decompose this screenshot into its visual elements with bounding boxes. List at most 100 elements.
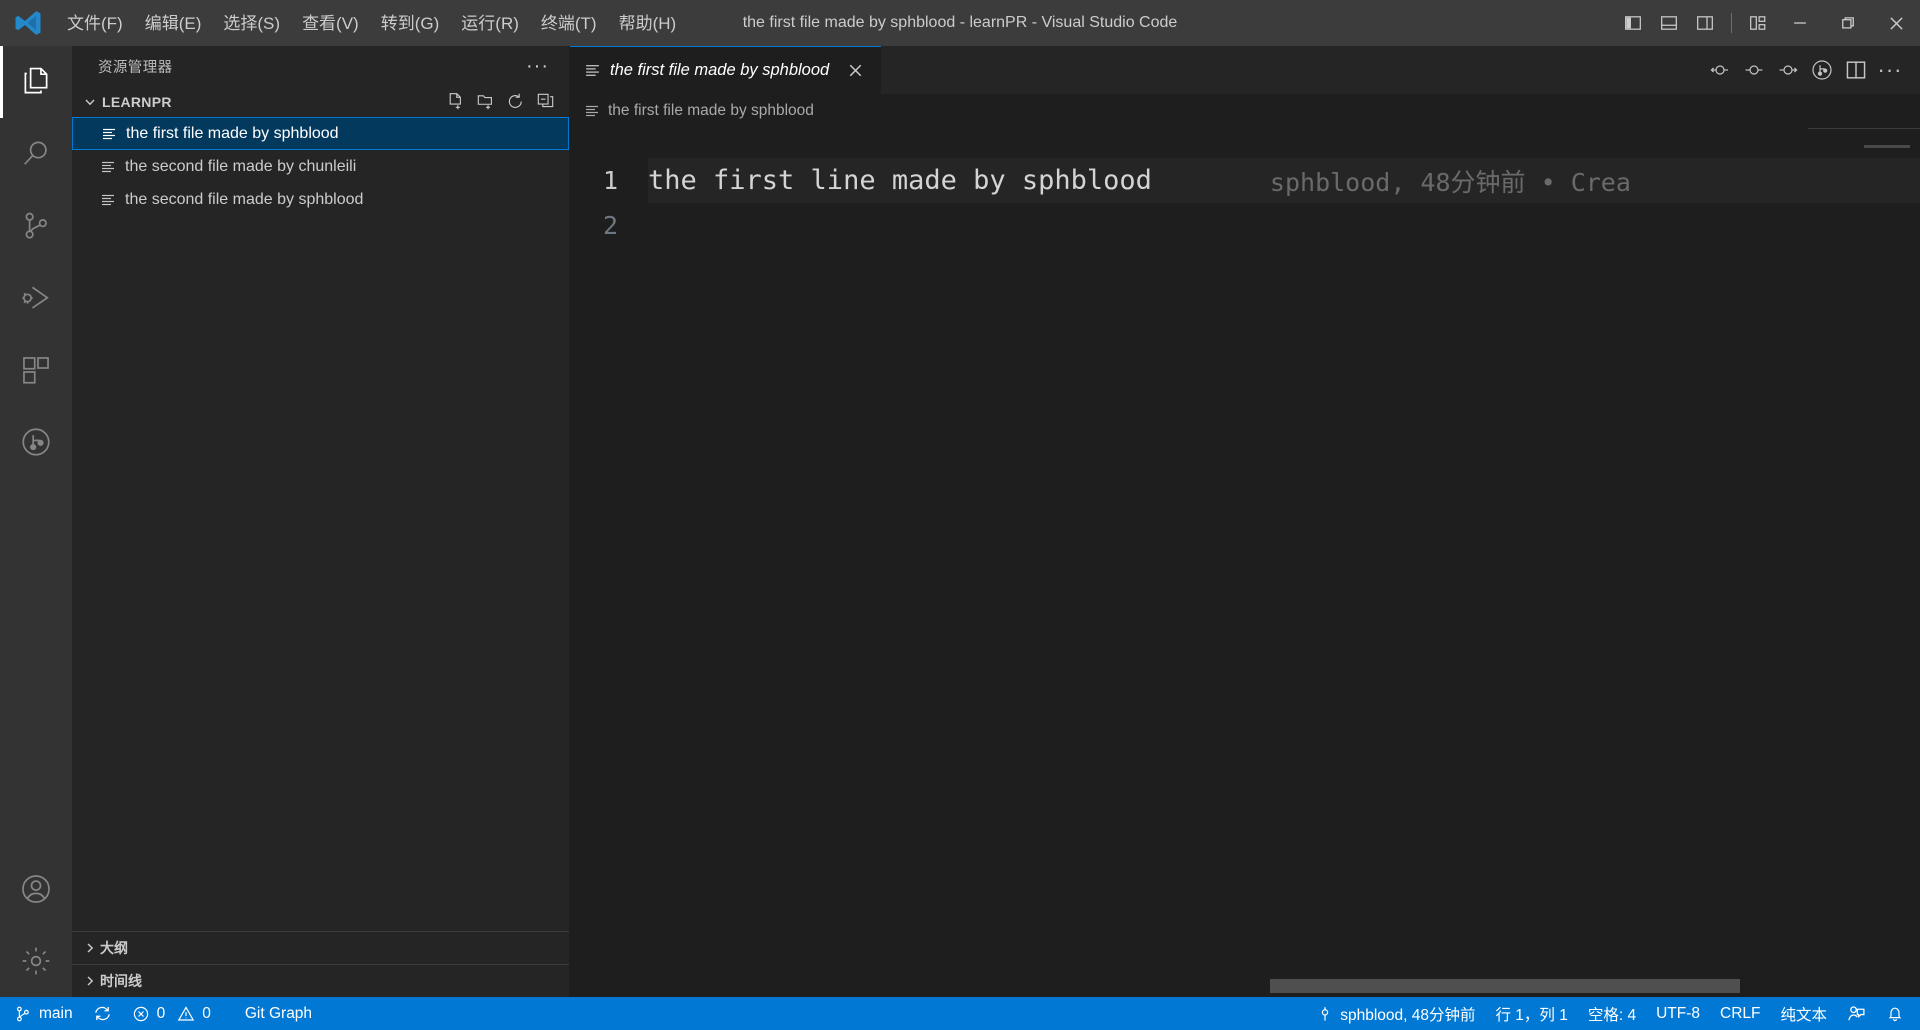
file-tree-item[interactable]: the first file made by sphblood <box>72 117 569 150</box>
menu-help[interactable]: 帮助(H) <box>609 11 687 36</box>
refresh-icon[interactable] <box>501 89 529 115</box>
customize-layout-icon[interactable] <box>1740 0 1776 46</box>
menu-go[interactable]: 转到(G) <box>371 11 450 36</box>
file-tree: the first file made by sphblood the seco… <box>72 117 569 931</box>
activity-search[interactable] <box>0 118 72 190</box>
close-icon[interactable] <box>843 58 867 82</box>
file-tree-item[interactable]: the second file made by chunleili <box>72 150 569 183</box>
text-file-icon <box>584 103 600 119</box>
breadcrumb-file-label[interactable]: the first file made by sphblood <box>608 102 814 120</box>
close-button[interactable] <box>1872 0 1920 46</box>
menu-terminal[interactable]: 终端(T) <box>531 11 607 36</box>
code-text: the first line made by sphblood <box>648 165 1152 196</box>
editor-tab-label: the first file made by sphblood <box>610 60 830 79</box>
menu-run[interactable]: 运行(R) <box>451 11 529 36</box>
title-bar: 文件(F) 编辑(E) 选择(S) 查看(V) 转到(G) 运行(R) 终端(T… <box>0 0 1920 46</box>
text-file-icon <box>100 159 116 175</box>
code-editor[interactable]: 1 the first line made by sphblood sphblo… <box>570 128 1920 997</box>
git-graph-icon[interactable] <box>1806 54 1838 86</box>
go-to-icon[interactable] <box>1738 54 1770 86</box>
status-cursor-position-label: 行 1，列 1 <box>1495 1006 1568 1024</box>
maximize-button[interactable] <box>1824 0 1872 46</box>
status-notifications[interactable] <box>1876 997 1920 1030</box>
new-folder-icon[interactable] <box>471 89 499 115</box>
minimap-line-mark <box>1864 145 1910 148</box>
activity-run-debug[interactable] <box>0 262 72 334</box>
status-bar: main 0 0 Git Graph sphblood, 48分钟前 行 1，列… <box>0 997 1920 1030</box>
status-problems[interactable]: 0 0 <box>122 997 221 1030</box>
status-language-mode[interactable]: 纯文本 <box>1770 997 1837 1030</box>
menu-selection[interactable]: 选择(S) <box>213 11 290 36</box>
toggle-secondary-sidebar-icon[interactable] <box>1687 0 1723 46</box>
status-blame[interactable]: sphblood, 48分钟前 <box>1307 997 1485 1030</box>
warning-icon <box>177 1005 195 1023</box>
chevron-right-icon <box>80 940 100 956</box>
more-actions-icon[interactable]: ··· <box>1874 54 1906 86</box>
split-editor-icon[interactable] <box>1840 54 1872 86</box>
status-branch-label: main <box>39 1004 73 1022</box>
editor-tabs: the first file made by sphblood ··· <box>570 46 1920 94</box>
status-indentation[interactable]: 空格: 4 <box>1578 997 1646 1030</box>
status-sync[interactable] <box>83 997 122 1030</box>
activity-extensions[interactable] <box>0 334 72 406</box>
file-name: the first file made by sphblood <box>126 124 339 142</box>
status-git-graph-label: Git Graph <box>244 1004 313 1022</box>
new-file-icon[interactable] <box>441 89 469 115</box>
toggle-primary-sidebar-icon[interactable] <box>1615 0 1651 46</box>
editor-tab[interactable]: the first file made by sphblood <box>570 46 883 94</box>
menu-view[interactable]: 查看(V) <box>292 11 369 36</box>
editor-group: the first file made by sphblood ··· the … <box>570 46 1920 997</box>
status-eol[interactable]: CRLF <box>1710 997 1770 1030</box>
file-tree-item[interactable]: the second file made by sphblood <box>72 183 569 216</box>
code-line[interactable]: 2 <box>570 203 1920 248</box>
menu-edit[interactable]: 编辑(E) <box>135 11 212 36</box>
sidebar-title: 资源管理器 <box>98 59 173 76</box>
go-back-icon[interactable] <box>1704 54 1736 86</box>
file-name: the second file made by sphblood <box>125 190 364 208</box>
menu-bar: 文件(F) 编辑(E) 选择(S) 查看(V) 转到(G) 运行(R) 终端(T… <box>56 0 687 46</box>
titlebar-divider <box>1731 13 1732 33</box>
timeline-panel-header[interactable]: 时间线 <box>72 964 569 997</box>
text-file-icon <box>584 62 601 79</box>
status-blame-label: sphblood, 48分钟前 <box>1340 1006 1476 1024</box>
code-line[interactable]: 1 the first line made by sphblood sphblo… <box>570 158 1920 203</box>
status-warning-count: 0 <box>202 1004 211 1022</box>
timeline-panel-label: 时间线 <box>100 973 142 989</box>
go-forward-icon[interactable] <box>1772 54 1804 86</box>
status-cursor-position[interactable]: 行 1，列 1 <box>1485 997 1577 1030</box>
status-feedback[interactable] <box>1837 997 1876 1030</box>
line-content: the first line made by sphblood sphblood… <box>648 158 1631 203</box>
folder-section-header[interactable]: LEARNPR <box>72 86 569 117</box>
menu-file[interactable]: 文件(F) <box>57 11 133 36</box>
minimize-button[interactable] <box>1776 0 1824 46</box>
status-error-count: 0 <box>156 1004 166 1022</box>
sidebar-more-actions-icon[interactable]: ··· <box>518 55 557 78</box>
titlebar-controls <box>1615 0 1920 46</box>
status-git-graph[interactable]: Git Graph <box>235 997 322 1030</box>
inline-blame-annotation[interactable]: sphblood, 48分钟前 • Crea <box>1270 163 1631 199</box>
status-encoding[interactable]: UTF-8 <box>1646 997 1710 1030</box>
horizontal-scrollbar-thumb[interactable] <box>1270 979 1740 993</box>
activity-source-control[interactable] <box>0 190 72 262</box>
folder-name: LEARNPR <box>102 93 172 110</box>
sync-icon <box>93 1004 112 1023</box>
bell-icon <box>1886 1005 1904 1023</box>
status-encoding-label: UTF-8 <box>1656 1004 1700 1022</box>
activity-git-graph[interactable] <box>0 406 72 478</box>
activity-accounts[interactable] <box>0 853 72 925</box>
status-indentation-label: 空格: 4 <box>1587 1006 1637 1024</box>
status-branch[interactable]: main <box>0 997 83 1030</box>
collapse-all-icon[interactable] <box>531 89 559 115</box>
chevron-right-icon <box>80 973 100 989</box>
toggle-panel-icon[interactable] <box>1651 0 1687 46</box>
activity-explorer[interactable] <box>0 46 72 118</box>
folder-actions <box>441 89 569 115</box>
outline-panel-header[interactable]: 大纲 <box>72 931 569 964</box>
line-number: 1 <box>602 166 618 195</box>
horizontal-scrollbar[interactable] <box>570 979 1808 993</box>
editor-actions: ··· <box>1704 46 1920 94</box>
text-file-icon <box>101 126 117 142</box>
activity-settings[interactable] <box>0 925 72 997</box>
minimap[interactable] <box>1808 128 1920 997</box>
minimap-slider[interactable] <box>1808 128 1920 129</box>
